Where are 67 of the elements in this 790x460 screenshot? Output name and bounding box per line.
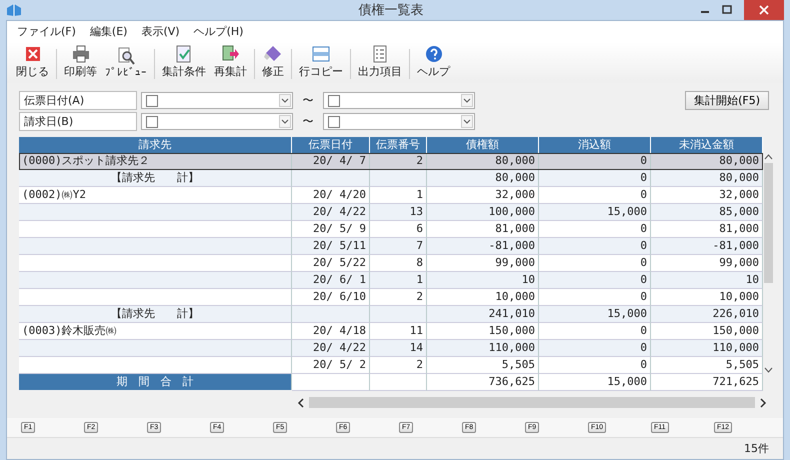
table-row[interactable]: 【請求先 計】 241,010 15,000 226,010 bbox=[19, 306, 763, 323]
table-row[interactable]: 20/ 5/ 2 2 5,505 0 5,505 bbox=[19, 357, 763, 374]
scroll-left-icon[interactable] bbox=[297, 398, 305, 408]
table-row[interactable]: (0000)スポット請求先２ 20/ 4/ 7 2 80,000 0 80,000 bbox=[19, 153, 763, 170]
date-dropdown[interactable] bbox=[141, 113, 293, 130]
toolbar-button[interactable]: 行コピー bbox=[296, 45, 346, 79]
column-header[interactable]: 未消込金額 bbox=[651, 137, 763, 153]
range-separator: 〜 bbox=[302, 114, 314, 129]
toolbar-button[interactable]: 印刷等 bbox=[61, 45, 100, 79]
toolbar-button[interactable]: 再集計 bbox=[211, 45, 250, 79]
toolbar-button[interactable]: 出力項目 bbox=[355, 45, 405, 79]
range-separator: 〜 bbox=[302, 93, 314, 108]
maximize-icon[interactable] bbox=[722, 5, 732, 15]
toolbar-button[interactable]: 集計条件 bbox=[159, 45, 209, 79]
close-icon[interactable] bbox=[744, 0, 784, 20]
window-title: 債権一覧表 bbox=[358, 2, 424, 19]
table-row[interactable]: 20/ 4/22 14 110,000 0 110,000 bbox=[19, 340, 763, 357]
column-header[interactable]: 債権額 bbox=[427, 137, 539, 153]
toolbar-button[interactable]: 閉じる bbox=[13, 45, 52, 79]
toolbar-button[interactable]: 修正 bbox=[259, 45, 287, 79]
toolbar-button[interactable]: ﾌﾟﾚﾋﾞｭｰ bbox=[102, 47, 150, 79]
eraser-icon bbox=[264, 45, 282, 63]
table-rows-icon bbox=[312, 45, 330, 63]
column-header[interactable]: 伝票番号 bbox=[370, 137, 427, 153]
date-dropdown[interactable] bbox=[323, 92, 475, 109]
menu-item[interactable]: 編集(E) bbox=[90, 24, 128, 39]
filter-label: 伝票日付(A) bbox=[19, 91, 137, 110]
date-dropdown[interactable] bbox=[323, 113, 475, 130]
table-row[interactable]: 20/ 5/11 7 -81,000 0 -81,000 bbox=[19, 238, 763, 255]
checklist-icon bbox=[175, 45, 193, 63]
table-cell: 736,625 bbox=[427, 374, 539, 391]
column-header[interactable]: 請求先 bbox=[19, 137, 292, 153]
scroll-right-icon[interactable] bbox=[759, 398, 767, 408]
horizontal-scrollbar[interactable] bbox=[309, 397, 755, 408]
menu-item[interactable]: ヘルプ(H) bbox=[194, 24, 244, 39]
table-cell: 721,625 bbox=[651, 374, 763, 391]
total-label: 期 間 合 計 bbox=[19, 374, 292, 390]
checkbox[interactable] bbox=[328, 116, 340, 128]
table-row[interactable]: 【請求先 計】 80,000 0 80,000 bbox=[19, 170, 763, 187]
checkbox[interactable] bbox=[328, 94, 340, 106]
scroll-down-icon[interactable] bbox=[764, 366, 772, 374]
table-row[interactable]: 20/ 5/ 9 6 81,000 0 81,000 bbox=[19, 221, 763, 238]
list-icon bbox=[371, 45, 389, 63]
app-icon bbox=[6, 3, 22, 17]
filter-label: 請求日(B) bbox=[19, 112, 137, 131]
table-row[interactable]: 20/ 6/10 2 10,000 0 10,000 bbox=[19, 289, 763, 306]
menu-item[interactable]: ファイル(F) bbox=[17, 24, 76, 39]
help-icon bbox=[424, 45, 442, 63]
date-dropdown[interactable] bbox=[141, 92, 293, 109]
magnifier-icon bbox=[117, 47, 135, 65]
table-row[interactable]: (0002)㈱Y2 20/ 4/20 1 32,000 0 32,000 bbox=[19, 187, 763, 204]
printer-icon bbox=[72, 45, 90, 63]
toolbar-button[interactable]: ヘルプ bbox=[414, 45, 453, 79]
table-row[interactable]: 20/ 6/ 1 1 10 0 10 bbox=[19, 272, 763, 289]
scroll-up-icon[interactable] bbox=[764, 153, 772, 161]
start-button[interactable]: 集計開始(F5) bbox=[685, 91, 769, 110]
table-cell: 15,000 bbox=[539, 374, 651, 391]
column-header[interactable]: 伝票日付 bbox=[292, 137, 370, 153]
table-row[interactable]: 20/ 4/22 13 100,000 15,000 85,000 bbox=[19, 204, 763, 221]
record-count: 15件 bbox=[744, 441, 769, 456]
checkbox[interactable] bbox=[146, 94, 158, 106]
column-header[interactable]: 消込額 bbox=[539, 137, 651, 153]
table-row[interactable]: 20/ 5/22 8 99,000 0 99,000 bbox=[19, 255, 763, 272]
menu-item[interactable]: 表示(V) bbox=[141, 24, 180, 39]
table-row[interactable]: (0003)鈴木販売㈱ 20/ 4/18 11 150,000 0 150,000 bbox=[19, 323, 763, 340]
close-icon bbox=[24, 45, 42, 63]
checkbox[interactable] bbox=[146, 116, 158, 128]
